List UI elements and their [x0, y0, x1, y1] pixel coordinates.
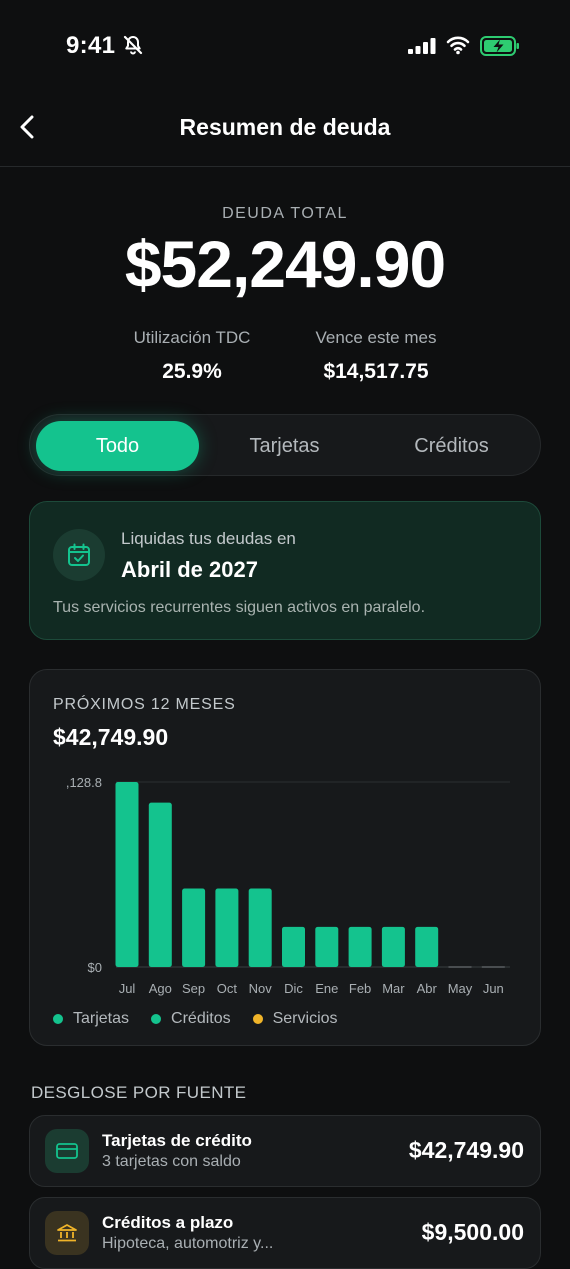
legend-label: Créditos: [171, 1010, 231, 1027]
bar-jul: [115, 782, 139, 967]
x-tick-label: Dic: [284, 981, 303, 996]
stat-label: Utilización TDC: [133, 328, 251, 347]
x-tick-label: May: [448, 981, 473, 996]
filter-tabs: Todo Tarjetas Créditos: [29, 414, 541, 476]
x-tick-label: Ene: [315, 981, 338, 996]
navigation-bar: Resumen de deuda: [0, 92, 570, 167]
bar-chart: ,128.8 $0 Jul Ago Sep Oct Nov Dic Ene Feb Mar Abr Ma…: [66, 775, 510, 996]
y-tick-label: ,128.8: [66, 775, 102, 790]
page-title: Resumen de deuda: [179, 114, 391, 140]
payoff-date: Abril de 2027: [121, 557, 258, 582]
x-tick-label: Oct: [217, 981, 238, 996]
total-debt-label: DEUDA TOTAL: [222, 205, 348, 222]
x-tick-label: Ago: [149, 981, 172, 996]
source-subtitle: 3 tarjetas con saldo: [102, 1153, 241, 1170]
legend-dot: [151, 1014, 162, 1024]
credit-card-icon: [45, 1129, 89, 1173]
legend-label: Tarjetas: [73, 1010, 130, 1027]
source-card-tarjetas[interactable]: Tarjetas de crédito 3 tarjetas con saldo…: [29, 1115, 541, 1187]
legend-item-creditos: Créditos: [151, 1010, 231, 1028]
calendar-check-icon: [53, 529, 105, 581]
x-tick-label: Abr: [417, 981, 438, 996]
tab-tarjetas[interactable]: Tarjetas: [203, 421, 366, 471]
legend-label: Servicios: [272, 1010, 338, 1027]
x-tick-label: Sep: [182, 981, 205, 996]
chart-legend: Tarjetas Créditos Servicios: [53, 1010, 360, 1028]
forecast-chart-card: PRÓXIMOS 12 MESES $42,749.90 ,128.8 $0 Jul…: [29, 669, 541, 1046]
x-tick-label: Mar: [382, 981, 405, 996]
x-tick-label: Nov: [249, 981, 273, 996]
bar-nov: [248, 888, 272, 967]
tab-todo[interactable]: Todo: [36, 421, 199, 471]
x-tick-label: Jul: [119, 981, 136, 996]
tab-creditos[interactable]: Créditos: [370, 421, 533, 471]
total-debt-amount: $52,249.90: [124, 227, 446, 301]
bell-slash-icon: [122, 34, 144, 61]
bar-dic: [282, 926, 305, 967]
stat-value: $14,517.75: [323, 360, 429, 383]
bar-feb: [348, 926, 372, 967]
stat-label: Vence este mes: [315, 328, 437, 347]
payoff-note: Tus servicios recurrentes siguen activos…: [53, 599, 426, 616]
legend-item-tarjetas: Tarjetas: [53, 1010, 129, 1028]
source-card-creditos[interactable]: Créditos a plazo Hipoteca, automotriz y.…: [29, 1197, 541, 1269]
x-tick-label: Feb: [349, 981, 371, 996]
stat-due-this-month: Vence este mes $14,517.75: [276, 328, 476, 384]
bank-icon: [45, 1211, 89, 1255]
payoff-prefix: Liquidas tus deudas en: [121, 529, 296, 548]
legend-item-servicios: Servicios: [252, 1010, 338, 1028]
stat-credit-utilization: Utilización TDC 25.9%: [92, 328, 292, 384]
bar-ene: [315, 926, 339, 967]
source-amount: $9,500.00: [421, 1219, 524, 1245]
bar-mar: [381, 926, 405, 967]
battery-charging-icon: [480, 36, 520, 61]
payoff-date-card: Liquidas tus deudas en Abril de 2027 Tus…: [29, 501, 541, 640]
y-tick-label: $0: [88, 960, 102, 975]
bar-sep: [182, 888, 206, 967]
source-amount: $42,749.90: [408, 1137, 524, 1163]
status-bar: 9:41: [0, 0, 570, 92]
bar-oct: [215, 888, 239, 967]
source-subtitle: Hipoteca, automotriz y...: [102, 1235, 274, 1252]
wifi-icon: [446, 35, 470, 60]
x-tick-label: Jun: [483, 981, 504, 996]
legend-dot: [252, 1014, 263, 1024]
legend-dot: [53, 1014, 63, 1024]
source-name: Créditos a plazo: [102, 1213, 234, 1232]
bar-abr: [415, 926, 439, 967]
stat-value: 25.9%: [162, 360, 222, 383]
status-time: 9:41: [66, 32, 116, 59]
bar-ago: [148, 802, 172, 967]
cellular-signal-icon: [408, 38, 436, 59]
section-title: DESGLOSE POR FUENTE: [31, 1083, 247, 1102]
source-name: Tarjetas de crédito: [102, 1131, 252, 1150]
